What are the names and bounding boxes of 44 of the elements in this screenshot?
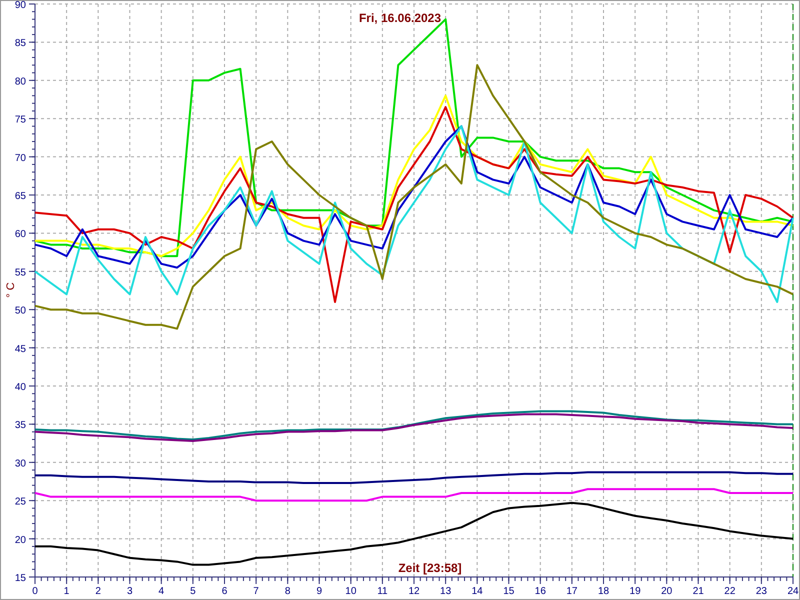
- x-tick-label: 4: [158, 586, 164, 597]
- x-tick-label: 19: [630, 586, 641, 597]
- x-tick-label: 7: [253, 586, 259, 597]
- y-tick-label: 90: [14, 0, 26, 11]
- y-tick-label: 35: [14, 420, 26, 432]
- y-tick-label: 75: [14, 114, 26, 126]
- x-tick-label: 20: [661, 586, 672, 597]
- x-tick-label: 2: [95, 586, 101, 597]
- x-tick-label: 21: [692, 586, 704, 597]
- y-tick-label: 40: [14, 382, 26, 393]
- x-tick-label: 14: [472, 586, 483, 597]
- y-tick-label: 15: [14, 573, 26, 584]
- y-tick-label: 20: [14, 534, 26, 546]
- y-tick-label: 85: [14, 38, 26, 50]
- x-tick-label: 17: [566, 586, 578, 597]
- x-tick-label: 22: [724, 586, 736, 597]
- y-tick-label: 30: [14, 458, 26, 470]
- x-tick-label: 6: [222, 586, 228, 597]
- x-tick-label: 24: [787, 586, 799, 597]
- y-tick-label: 25: [14, 496, 26, 508]
- x-tick-label: 0: [32, 586, 38, 597]
- x-tick-label: 1: [64, 586, 70, 597]
- y-tick-label: 70: [14, 152, 26, 164]
- y-tick-label: 50: [14, 306, 26, 317]
- x-tick-label: 5: [190, 586, 196, 597]
- x-tick-label: 3: [126, 586, 133, 597]
- x-tick-label: 8: [284, 586, 290, 597]
- x-tick-label: 23: [756, 586, 767, 597]
- x-axis-title: Zeit [23:58]: [398, 561, 462, 575]
- x-tick-label: 15: [503, 586, 514, 597]
- x-tick-label: 12: [408, 586, 420, 597]
- x-tick-label: 9: [316, 586, 322, 597]
- y-axis-title: ° C: [5, 282, 17, 298]
- x-tick-label: 10: [345, 586, 356, 597]
- x-tick-label: 18: [598, 586, 610, 597]
- x-tick-label: 16: [534, 586, 546, 597]
- y-tick-label: 65: [14, 191, 26, 202]
- y-tick-label: 55: [14, 267, 26, 278]
- y-tick-label: 60: [14, 229, 26, 240]
- x-tick-label: 11: [377, 586, 388, 597]
- chart-title: Fri, 16.06.2023: [358, 11, 442, 25]
- y-tick-label: 80: [14, 76, 26, 88]
- x-tick-label: 13: [440, 586, 452, 597]
- y-tick-label: 45: [14, 344, 26, 355]
